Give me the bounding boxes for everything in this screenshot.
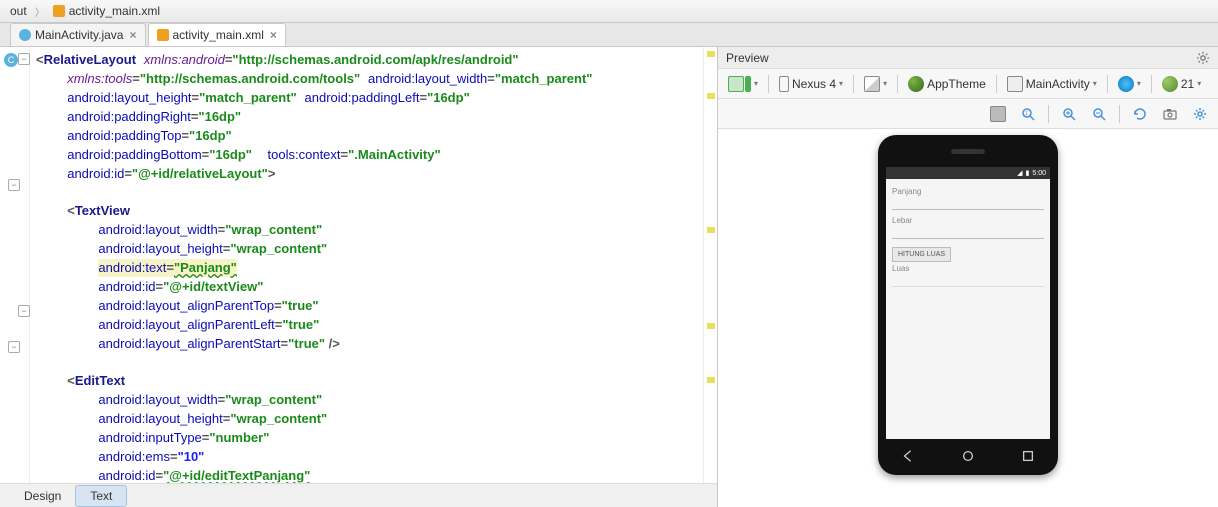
- device-label: Nexus 4: [792, 77, 836, 91]
- gutter: C − − − −: [0, 47, 30, 483]
- zoom-out-button[interactable]: [1087, 104, 1111, 124]
- preview-pane: Preview ▾ Nexus 4▾ ▾ AppTheme MainActivi…: [718, 47, 1218, 507]
- plus-icon: [745, 76, 751, 92]
- textview-lebar: Lebar: [892, 216, 1044, 225]
- file-tabs: MainActivity.java × activity_main.xml ×: [0, 23, 1218, 47]
- rotate-icon: [864, 76, 880, 92]
- breadcrumb-item-file[interactable]: activity_main.xml: [47, 2, 166, 20]
- marker-bar: [703, 47, 717, 483]
- svg-text:1: 1: [1025, 111, 1028, 117]
- textview-panjang: Panjang: [892, 187, 1044, 196]
- chevron-right-icon: 〉: [35, 4, 45, 19]
- theme-selector[interactable]: AppTheme: [904, 74, 990, 94]
- preview-canvas[interactable]: ◢ ▮ 5:00 Panjang Lebar HITUNG LUAS Luas: [718, 129, 1218, 507]
- zoom-fit-button[interactable]: [986, 104, 1010, 124]
- device-screen: ◢ ▮ 5:00 Panjang Lebar HITUNG LUAS Luas: [886, 167, 1050, 439]
- activity-selector[interactable]: MainActivity▾: [1003, 74, 1101, 94]
- java-class-icon: [19, 29, 31, 41]
- xml-file-icon: [53, 5, 65, 17]
- breadcrumb-item-label: activity_main.xml: [69, 4, 160, 18]
- design-text-switcher: Design Text: [0, 483, 717, 507]
- preview-header: Preview: [718, 47, 1218, 69]
- camera-icon: [1162, 106, 1178, 122]
- breadcrumb-item-layout[interactable]: out: [4, 2, 33, 20]
- status-time: 5:00: [1032, 170, 1046, 177]
- fold-toggle[interactable]: −: [8, 341, 20, 353]
- theme-icon: [908, 76, 924, 92]
- zoom-actual-button[interactable]: 1: [1016, 104, 1040, 124]
- refresh-button[interactable]: [1128, 104, 1152, 124]
- device-speaker: [951, 149, 985, 154]
- signal-icon: ◢: [1017, 169, 1022, 177]
- fit-screen-icon: [990, 106, 1006, 122]
- locale-selector[interactable]: ▾: [1114, 74, 1145, 94]
- device-selector[interactable]: Nexus 4▾: [775, 74, 847, 94]
- fold-toggle[interactable]: −: [8, 179, 20, 191]
- edittext-lebar[interactable]: [892, 227, 1044, 239]
- device-frame: ◢ ▮ 5:00 Panjang Lebar HITUNG LUAS Luas: [878, 135, 1058, 475]
- app-relativelayout: Panjang Lebar HITUNG LUAS Luas: [886, 179, 1050, 293]
- warning-marker[interactable]: [707, 227, 715, 233]
- api-selector[interactable]: 21▾: [1158, 74, 1205, 94]
- breadcrumb-item-label: out: [10, 4, 27, 18]
- activity-label: MainActivity: [1026, 77, 1090, 91]
- close-icon[interactable]: ×: [129, 28, 136, 42]
- globe-icon: [1118, 76, 1134, 92]
- xml-file-icon: [157, 29, 169, 41]
- settings-button[interactable]: [1188, 104, 1212, 124]
- tab-label: activity_main.xml: [173, 28, 264, 42]
- gear-icon[interactable]: [1196, 51, 1210, 65]
- fold-end[interactable]: −: [18, 305, 30, 317]
- editor-pane: C − − − − <RelativeLayout xmlns:android=…: [0, 47, 718, 507]
- zoom-actual-icon: 1: [1020, 106, 1036, 122]
- close-icon[interactable]: ×: [270, 28, 277, 42]
- zoom-in-icon: [1061, 106, 1077, 122]
- warning-marker[interactable]: [707, 377, 715, 383]
- recent-icon[interactable]: [1021, 449, 1035, 463]
- preview-toolbar-1: ▾ Nexus 4▾ ▾ AppTheme MainActivity▾ ▾ 21…: [718, 69, 1218, 99]
- breadcrumb: out 〉 activity_main.xml: [4, 2, 166, 20]
- warning-marker[interactable]: [707, 323, 715, 329]
- edittext-luas[interactable]: [892, 275, 1044, 287]
- back-icon[interactable]: [901, 449, 915, 463]
- activity-icon: [1007, 76, 1023, 92]
- preview-title: Preview: [726, 51, 769, 65]
- fold-toggle[interactable]: −: [18, 53, 30, 65]
- tab-activity-main-xml[interactable]: activity_main.xml ×: [148, 23, 286, 46]
- android-icon: [1162, 76, 1178, 92]
- edittext-panjang[interactable]: [892, 198, 1044, 210]
- phone-icon: [779, 76, 789, 92]
- preview-toolbar-2: 1: [718, 99, 1218, 129]
- screenshot-button[interactable]: [1158, 104, 1182, 124]
- viewport-icon: [728, 76, 744, 92]
- battery-icon: ▮: [1026, 169, 1030, 177]
- code-text[interactable]: <RelativeLayout xmlns:android="http://sc…: [30, 47, 703, 483]
- orientation-button[interactable]: ▾: [860, 74, 891, 94]
- textview-luas: Luas: [892, 264, 1044, 273]
- theme-label: AppTheme: [927, 77, 986, 91]
- java-class-icon: C: [4, 53, 18, 67]
- main-split: C − − − − <RelativeLayout xmlns:android=…: [0, 47, 1218, 507]
- api-label: 21: [1181, 77, 1194, 91]
- device-nav-bar: [878, 445, 1058, 467]
- status-bar: ◢ ▮ 5:00: [886, 167, 1050, 179]
- warning-marker[interactable]: [707, 51, 715, 57]
- refresh-icon: [1132, 106, 1148, 122]
- tab-mainactivity-java[interactable]: MainActivity.java ×: [10, 23, 146, 46]
- zoom-out-icon: [1091, 106, 1107, 122]
- viewport-config-button[interactable]: ▾: [724, 74, 762, 94]
- breadcrumb-bar: out 〉 activity_main.xml: [0, 0, 1218, 23]
- button-hitung-luas[interactable]: HITUNG LUAS: [892, 247, 951, 262]
- warning-marker[interactable]: [707, 93, 715, 99]
- tab-design[interactable]: Design: [10, 486, 75, 506]
- tab-text[interactable]: Text: [75, 485, 127, 507]
- zoom-in-button[interactable]: [1057, 104, 1081, 124]
- gear-icon: [1192, 106, 1208, 122]
- code-editor[interactable]: C − − − − <RelativeLayout xmlns:android=…: [0, 47, 717, 483]
- home-icon[interactable]: [961, 449, 975, 463]
- tab-label: MainActivity.java: [35, 28, 123, 42]
